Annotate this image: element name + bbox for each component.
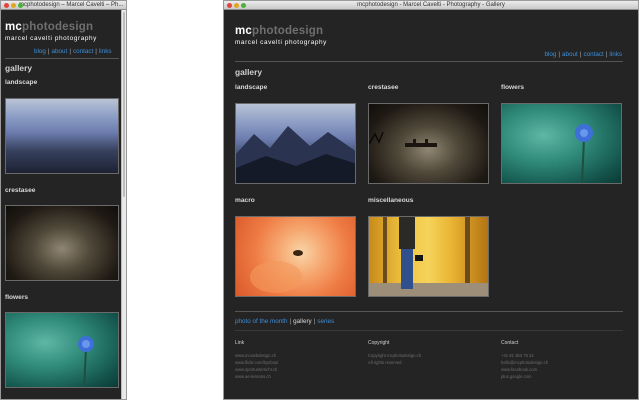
category-heading-landscape: landscape bbox=[5, 79, 38, 86]
category-heading-macro: macro bbox=[235, 197, 255, 204]
page-title: gallery bbox=[235, 67, 263, 77]
thumbnail-flowers[interactable] bbox=[501, 103, 622, 184]
thumbnail-landscape[interactable] bbox=[235, 103, 356, 184]
close-icon[interactable] bbox=[227, 3, 232, 8]
category-heading-flowers: flowers bbox=[5, 294, 29, 301]
thumbnail-landscape[interactable] bbox=[5, 98, 119, 174]
footer-divider-top bbox=[235, 311, 623, 312]
thumbnail-miscellaneous[interactable] bbox=[368, 216, 489, 297]
vertical-scrollbar[interactable] bbox=[121, 10, 126, 399]
thumbnail-macro[interactable] bbox=[235, 216, 356, 297]
footer-copyright-column: Copyright Copyright mcphotodesign.ch All… bbox=[368, 340, 488, 366]
thumbnail-crestasee[interactable] bbox=[368, 103, 489, 184]
site-logo[interactable]: mcphotodesign bbox=[235, 25, 323, 37]
large-browser-window: mcphotodesign - Marcel Cavelti - Photogr… bbox=[223, 0, 639, 400]
nav-about[interactable]: about bbox=[562, 51, 578, 58]
footer-contact-facebook[interactable]: www.facebook.com bbox=[501, 366, 621, 373]
blue-flower-icon bbox=[575, 124, 593, 183]
thumbnail-flowers[interactable] bbox=[5, 312, 119, 388]
footer-contact-column: Contact +41 81 353 75 32 hello@mcphotode… bbox=[501, 340, 621, 380]
subnav-gallery-current[interactable]: gallery bbox=[293, 318, 312, 325]
logo-mc-text: mc bbox=[5, 21, 23, 33]
nav-blog[interactable]: blog bbox=[544, 51, 556, 58]
subnav-photo-of-the-month[interactable]: photo of the month bbox=[235, 318, 288, 325]
nav-contact[interactable]: contact bbox=[583, 51, 603, 58]
footer-link-item[interactable]: www.mcwebdesign.ch bbox=[235, 352, 355, 359]
mountain-silhouette-icon bbox=[236, 126, 355, 183]
category-heading-crestasee: crestasee bbox=[5, 187, 36, 194]
logo-mc-text: mc bbox=[235, 25, 253, 37]
site-logo[interactable]: mcphotodesign bbox=[5, 21, 93, 33]
nav-about[interactable]: about bbox=[52, 48, 68, 55]
small-browser-window: mcphotodesign – Marcel Cavelti – Ph... m… bbox=[0, 0, 127, 400]
logo-rest-text: photodesign bbox=[252, 25, 324, 37]
subnav-series[interactable]: series bbox=[317, 318, 334, 325]
footer-copyright-heading: Copyright bbox=[368, 340, 390, 346]
category-heading-landscape: landscape bbox=[235, 84, 268, 91]
category-heading-crestasee: crestasee bbox=[368, 84, 399, 91]
category-heading-flowers: flowers bbox=[501, 84, 525, 91]
nav-blog[interactable]: blog bbox=[34, 48, 46, 55]
footer-link-item[interactable]: www.flickr.com/bynbsa/ bbox=[235, 359, 355, 366]
footer-link-column: Link www.mcwebdesign.ch www.flickr.com/b… bbox=[235, 340, 355, 380]
nav-links[interactable]: links bbox=[99, 48, 112, 55]
top-nav: blog | about | contact | links bbox=[34, 48, 112, 55]
header-divider bbox=[235, 61, 623, 62]
footer-link-item[interactable]: www.sportunterricht.ch bbox=[235, 366, 355, 373]
header-divider bbox=[5, 58, 119, 59]
footer-copyright-line: All rights reserved bbox=[368, 360, 402, 365]
minimize-icon[interactable] bbox=[234, 3, 239, 8]
gallery-subnav: photo of the month | gallery | series bbox=[235, 318, 334, 325]
zoom-icon[interactable] bbox=[241, 3, 246, 8]
close-icon[interactable] bbox=[4, 3, 9, 8]
minimize-icon[interactable] bbox=[11, 3, 16, 8]
footer-contact-phone: +41 81 353 75 32 bbox=[501, 353, 534, 358]
footer-contact-email[interactable]: hello@mcphotodesign.ch bbox=[501, 359, 621, 366]
footer-contact-heading: Contact bbox=[501, 340, 519, 346]
site-tagline: marcel cavelti photography bbox=[5, 35, 97, 42]
top-nav: blog | about | contact | links bbox=[544, 51, 622, 58]
nav-contact[interactable]: contact bbox=[73, 48, 93, 55]
page-title: gallery bbox=[5, 63, 33, 73]
footer-copyright-line: Copyright mcphotodesign.ch bbox=[368, 353, 422, 358]
boat-on-lake-icon bbox=[369, 131, 437, 147]
scrollbar-thumb[interactable] bbox=[123, 12, 125, 197]
zoom-icon[interactable] bbox=[18, 3, 23, 8]
footer-link-heading: Link bbox=[235, 340, 245, 346]
small-window-titlebar[interactable]: mcphotodesign – Marcel Cavelti – Ph... bbox=[1, 1, 126, 10]
footer-divider-bottom bbox=[235, 330, 623, 331]
footer-contact-google[interactable]: plus.google.com bbox=[501, 373, 621, 380]
site-tagline: marcel cavelti photography bbox=[235, 39, 327, 46]
blue-flower-icon bbox=[78, 336, 94, 387]
large-window-title: mcphotodesign - Marcel Cavelti - Photogr… bbox=[357, 2, 505, 8]
nav-links[interactable]: links bbox=[609, 51, 622, 58]
thumbnail-crestasee[interactable] bbox=[5, 205, 119, 281]
logo-rest-text: photodesign bbox=[22, 21, 94, 33]
insect-on-flower-icon bbox=[250, 250, 303, 293]
person-in-forest-icon bbox=[369, 217, 488, 296]
footer-link-item[interactable]: www.ae-lessons.ch bbox=[235, 373, 355, 380]
category-heading-miscellaneous: miscellaneous bbox=[368, 197, 414, 204]
large-window-titlebar[interactable]: mcphotodesign - Marcel Cavelti - Photogr… bbox=[224, 1, 638, 10]
